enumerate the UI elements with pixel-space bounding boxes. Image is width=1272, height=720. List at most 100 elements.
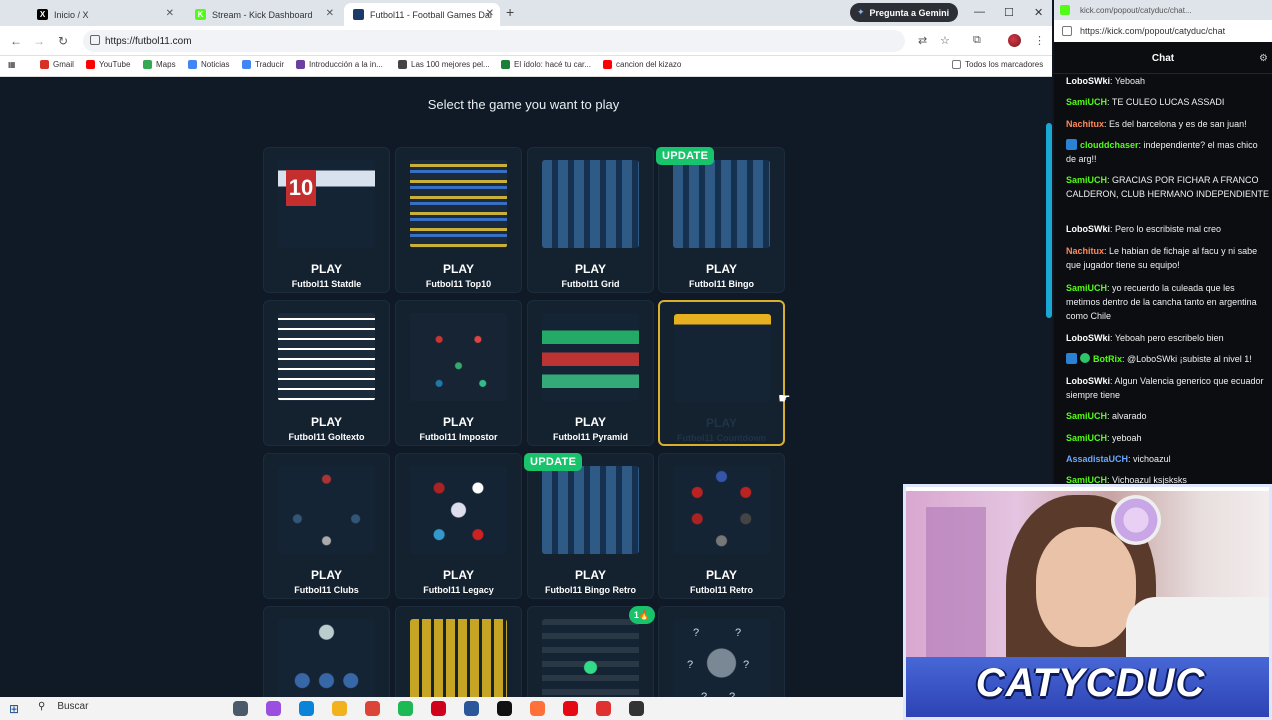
tab-x-home[interactable]: X Inicio / X ✕ <box>28 3 180 26</box>
chat-username[interactable]: BotRix <box>1093 354 1122 364</box>
chat-username[interactable]: SamiUCH <box>1066 475 1107 484</box>
chat-settings-icon[interactable]: ⚙ <box>1259 53 1268 64</box>
ask-gemini-button[interactable]: ✦ Pregunta a Gemini <box>850 3 959 22</box>
gemini-label: Pregunta a Gemini <box>869 7 950 18</box>
taskbar-app-icon[interactable] <box>530 701 545 716</box>
chat-username[interactable]: SamiUCH <box>1066 411 1107 421</box>
game-name: Futbol11 Clubs <box>294 585 359 595</box>
chat-address-bar[interactable]: https://kick.com/popout/catyduc/chat <box>1054 20 1272 42</box>
close-tab-icon[interactable]: ✕ <box>166 8 174 19</box>
chat-username[interactable]: LoboSWki <box>1066 76 1110 86</box>
taskbar-app-icon[interactable] <box>332 701 347 716</box>
site-info-icon[interactable] <box>1062 26 1072 36</box>
game-card[interactable]: PLAY Futbol11 Top10 <box>395 147 522 293</box>
game-card[interactable]: PLAY Futbol11 Bingo Retro <box>527 453 654 599</box>
bookmark-noticias[interactable]: Noticias <box>188 60 229 69</box>
chat-title: Chat <box>1151 53 1175 64</box>
game-card[interactable]: PLAY Futbol11 Grid <box>527 147 654 293</box>
all-bookmarks-folder[interactable]: Todos los marcadores <box>952 60 1043 69</box>
chat-username[interactable]: LoboSWki <box>1066 333 1110 343</box>
taskbar-app-icon[interactable] <box>299 701 314 716</box>
update-badge-bingo: UPDATE <box>656 147 715 165</box>
reload-icon[interactable]: ↻ <box>58 34 68 48</box>
bookmark-maps[interactable]: Maps <box>143 60 176 69</box>
chat-message-list[interactable]: LoboSWki: Yeboah SamiUCH: TE CULEO LUCAS … <box>1054 74 1272 484</box>
page-scrollbar[interactable] <box>1046 123 1052 318</box>
menu-kebab-icon[interactable]: ⋮ <box>1034 34 1045 47</box>
game-thumbnail: ?????? <box>673 619 770 697</box>
new-tab-button[interactable]: + <box>506 4 514 20</box>
game-card[interactable] <box>263 606 390 697</box>
mouse-cursor-icon: ☛ <box>778 390 791 406</box>
game-card[interactable]: 10 PLAY Futbol11 Statdle <box>263 147 390 293</box>
chat-message: AssadistaUCH: vichoazul <box>1066 452 1270 466</box>
minimize-icon[interactable]: — <box>974 6 985 18</box>
chat-username[interactable]: SamiUCH <box>1066 283 1107 293</box>
apps-grid-icon[interactable]: ▦ <box>8 60 16 69</box>
game-card[interactable]: PLAY Futbol11 Legacy <box>395 453 522 599</box>
game-name: Futbol11 Pyramid <box>552 432 629 442</box>
chat-username[interactable]: Nachitux <box>1066 246 1104 256</box>
close-tab-icon[interactable]: ✕ <box>486 8 494 19</box>
bookmark-introduccion[interactable]: Introducción a la in... <box>296 60 383 69</box>
tab-title: Stream - Kick Dashboard <box>212 9 313 20</box>
tab-kick-dashboard[interactable]: K Stream - Kick Dashboard ✕ <box>186 3 340 26</box>
game-card[interactable]: PLAY Futbol11 Retro <box>658 453 785 599</box>
address-bar[interactable]: https://futbol11.com <box>83 30 905 52</box>
chat-username[interactable]: LoboSWki <box>1066 376 1110 386</box>
game-thumbnail: 10 <box>278 160 375 248</box>
maximize-icon[interactable]: ☐ <box>1004 6 1014 19</box>
profile-avatar[interactable] <box>1008 34 1021 47</box>
chat-username[interactable]: SamiUCH <box>1066 433 1107 443</box>
game-card[interactable]: PLAY Futbol11 Countdown <box>658 300 785 446</box>
chat-username[interactable]: Nachitux <box>1066 119 1104 129</box>
taskbar-search[interactable]: ⚲ Buscar <box>38 701 88 712</box>
bookmark-gmail[interactable]: Gmail <box>40 60 74 69</box>
taskbar-app-icon[interactable] <box>464 701 479 716</box>
chat-username[interactable]: LoboSWki <box>1066 224 1110 234</box>
play-label: PLAY <box>706 568 737 582</box>
taskbar-app-icon[interactable] <box>398 701 413 716</box>
game-card[interactable]: PLAY Futbol11 Goltexto <box>263 300 390 446</box>
tab-futbol11[interactable]: Futbol11 - Football Games Dai ✕ <box>344 3 500 26</box>
site-info-icon[interactable] <box>90 35 100 45</box>
close-window-icon[interactable]: ✕ <box>1034 6 1043 19</box>
all-bookmarks-label: Todos los marcadores <box>965 60 1044 69</box>
forward-arrow-icon[interactable]: → <box>33 34 45 48</box>
bookmark-star-icon[interactable]: ☆ <box>940 34 950 47</box>
bookmark-el-idolo[interactable]: El ídolo: hacé tu car... <box>501 60 591 69</box>
chat-username[interactable]: SamiUCH <box>1066 97 1107 107</box>
chat-username[interactable]: clouddchaser <box>1080 140 1139 150</box>
game-card[interactable]: PLAY Futbol11 Clubs <box>263 453 390 599</box>
bookmark-cancion-kizazo[interactable]: cancion del kizazo <box>603 60 681 69</box>
windows-start-icon[interactable]: ⊞ <box>9 702 19 716</box>
bookmark-traducir[interactable]: Traducir <box>242 60 284 69</box>
back-arrow-icon[interactable]: ← <box>10 34 22 48</box>
chat-text: Pero lo escribiste mal creo <box>1115 224 1222 234</box>
taskbar-app-icon[interactable] <box>266 701 281 716</box>
taskbar-app-icon[interactable] <box>563 701 578 716</box>
taskbar-app-icon[interactable] <box>629 701 644 716</box>
bookmark-label: cancion del kizazo <box>616 60 682 69</box>
game-card[interactable]: ?????? <box>658 606 785 697</box>
game-card[interactable]: PLAY Futbol11 Bingo <box>658 147 785 293</box>
translate-icon[interactable]: ⇄ <box>918 34 927 47</box>
taskbar-app-icon[interactable] <box>596 701 611 716</box>
tab-title: Futbol11 - Football Games Dai <box>370 9 492 20</box>
chat-username[interactable]: SamiUCH <box>1066 175 1107 185</box>
bookmark-youtube[interactable]: YouTube <box>86 60 130 69</box>
taskbar-app-icon[interactable] <box>233 701 248 716</box>
taskbar-app-icon[interactable] <box>497 701 512 716</box>
bookmark-100-mejores[interactable]: Las 100 mejores pel... <box>398 60 490 69</box>
game-card[interactable]: PLAY Futbol11 Pyramid <box>527 300 654 446</box>
extensions-icon[interactable]: ⧉ <box>973 34 981 47</box>
close-tab-icon[interactable]: ✕ <box>326 8 334 19</box>
streamer-face <box>1036 527 1136 647</box>
chat-username[interactable]: AssadistaUCH <box>1066 454 1128 464</box>
game-card[interactable] <box>395 606 522 697</box>
game-card[interactable]: PLAY Futbol11 Impostor <box>395 300 522 446</box>
chat-message: SamiUCH: alvarado <box>1066 409 1270 423</box>
taskbar-app-icon[interactable] <box>365 701 380 716</box>
play-label: PLAY <box>575 262 606 276</box>
taskbar-app-icon[interactable] <box>431 701 446 716</box>
